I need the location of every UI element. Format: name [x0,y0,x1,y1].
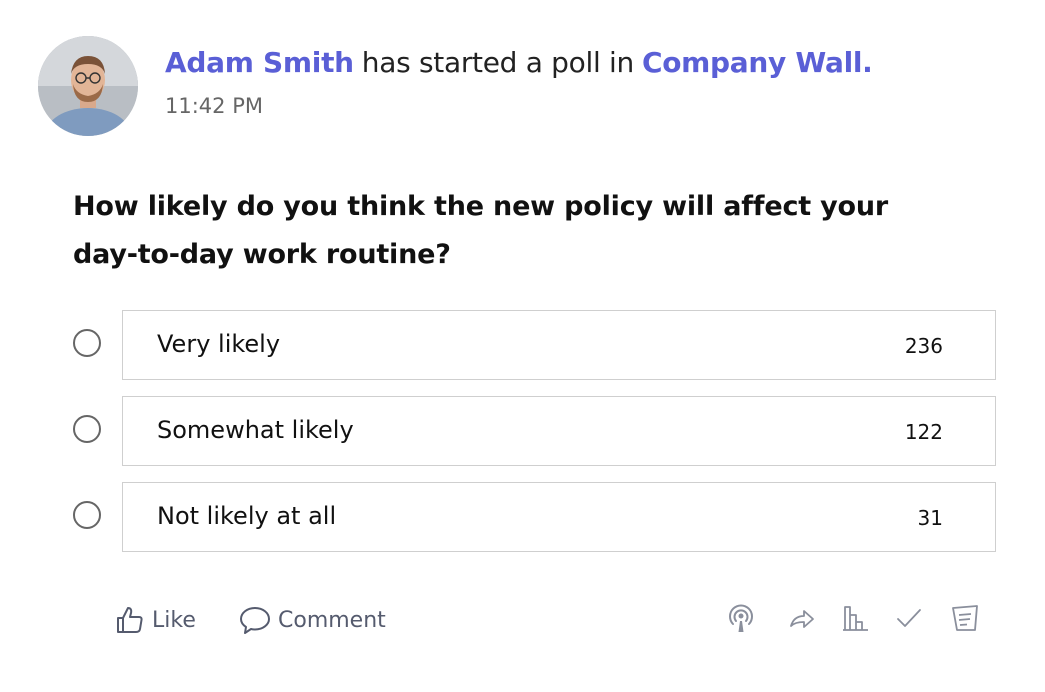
comment-label: Comment [278,607,386,633]
avatar[interactable] [38,36,138,136]
post-action-text: has started a poll in [361,46,634,79]
check-icon [897,609,921,627]
option-radio[interactable] [73,329,101,357]
poll-option[interactable]: Somewhat likely 122 [73,396,996,466]
notes-button[interactable] [949,602,981,634]
comment-icon [240,607,270,634]
broadcast-icon [729,604,753,632]
mark-done-button[interactable] [893,602,925,634]
share-icon [790,610,814,628]
option-box[interactable]: Not likely at all 31 [122,482,996,552]
stats-icon [843,606,868,631]
option-box[interactable]: Very likely 236 [122,310,996,380]
option-vote-count: 31 [917,506,943,530]
post-header: Adam Smith has started a poll in Company W… [165,46,873,79]
post-timestamp: 11:42 PM [165,94,263,118]
stats-button[interactable] [840,602,872,634]
option-label: Not likely at all [157,502,337,530]
option-box[interactable]: Somewhat likely 122 [122,396,996,466]
option-radio[interactable] [73,415,101,443]
option-radio[interactable] [73,501,101,529]
option-label: Somewhat likely [157,416,354,444]
notes-icon [952,605,978,631]
like-button[interactable]: Like [114,602,196,638]
like-label: Like [152,607,196,633]
share-button[interactable] [786,602,818,634]
poll-question: How likely do you think the new policy w… [73,191,889,270]
option-vote-count: 236 [904,334,943,358]
author-link[interactable]: Adam Smith [165,46,354,79]
comment-button[interactable]: Comment [238,602,386,638]
option-label: Very likely [157,330,281,358]
option-vote-count: 122 [904,420,943,444]
thumbs-up-icon [117,607,143,633]
broadcast-button[interactable] [725,602,757,634]
poll-option[interactable]: Very likely 236 [73,310,996,380]
poll-option[interactable]: Not likely at all 31 [73,482,996,552]
group-link[interactable]: Company Wall. [642,46,873,79]
